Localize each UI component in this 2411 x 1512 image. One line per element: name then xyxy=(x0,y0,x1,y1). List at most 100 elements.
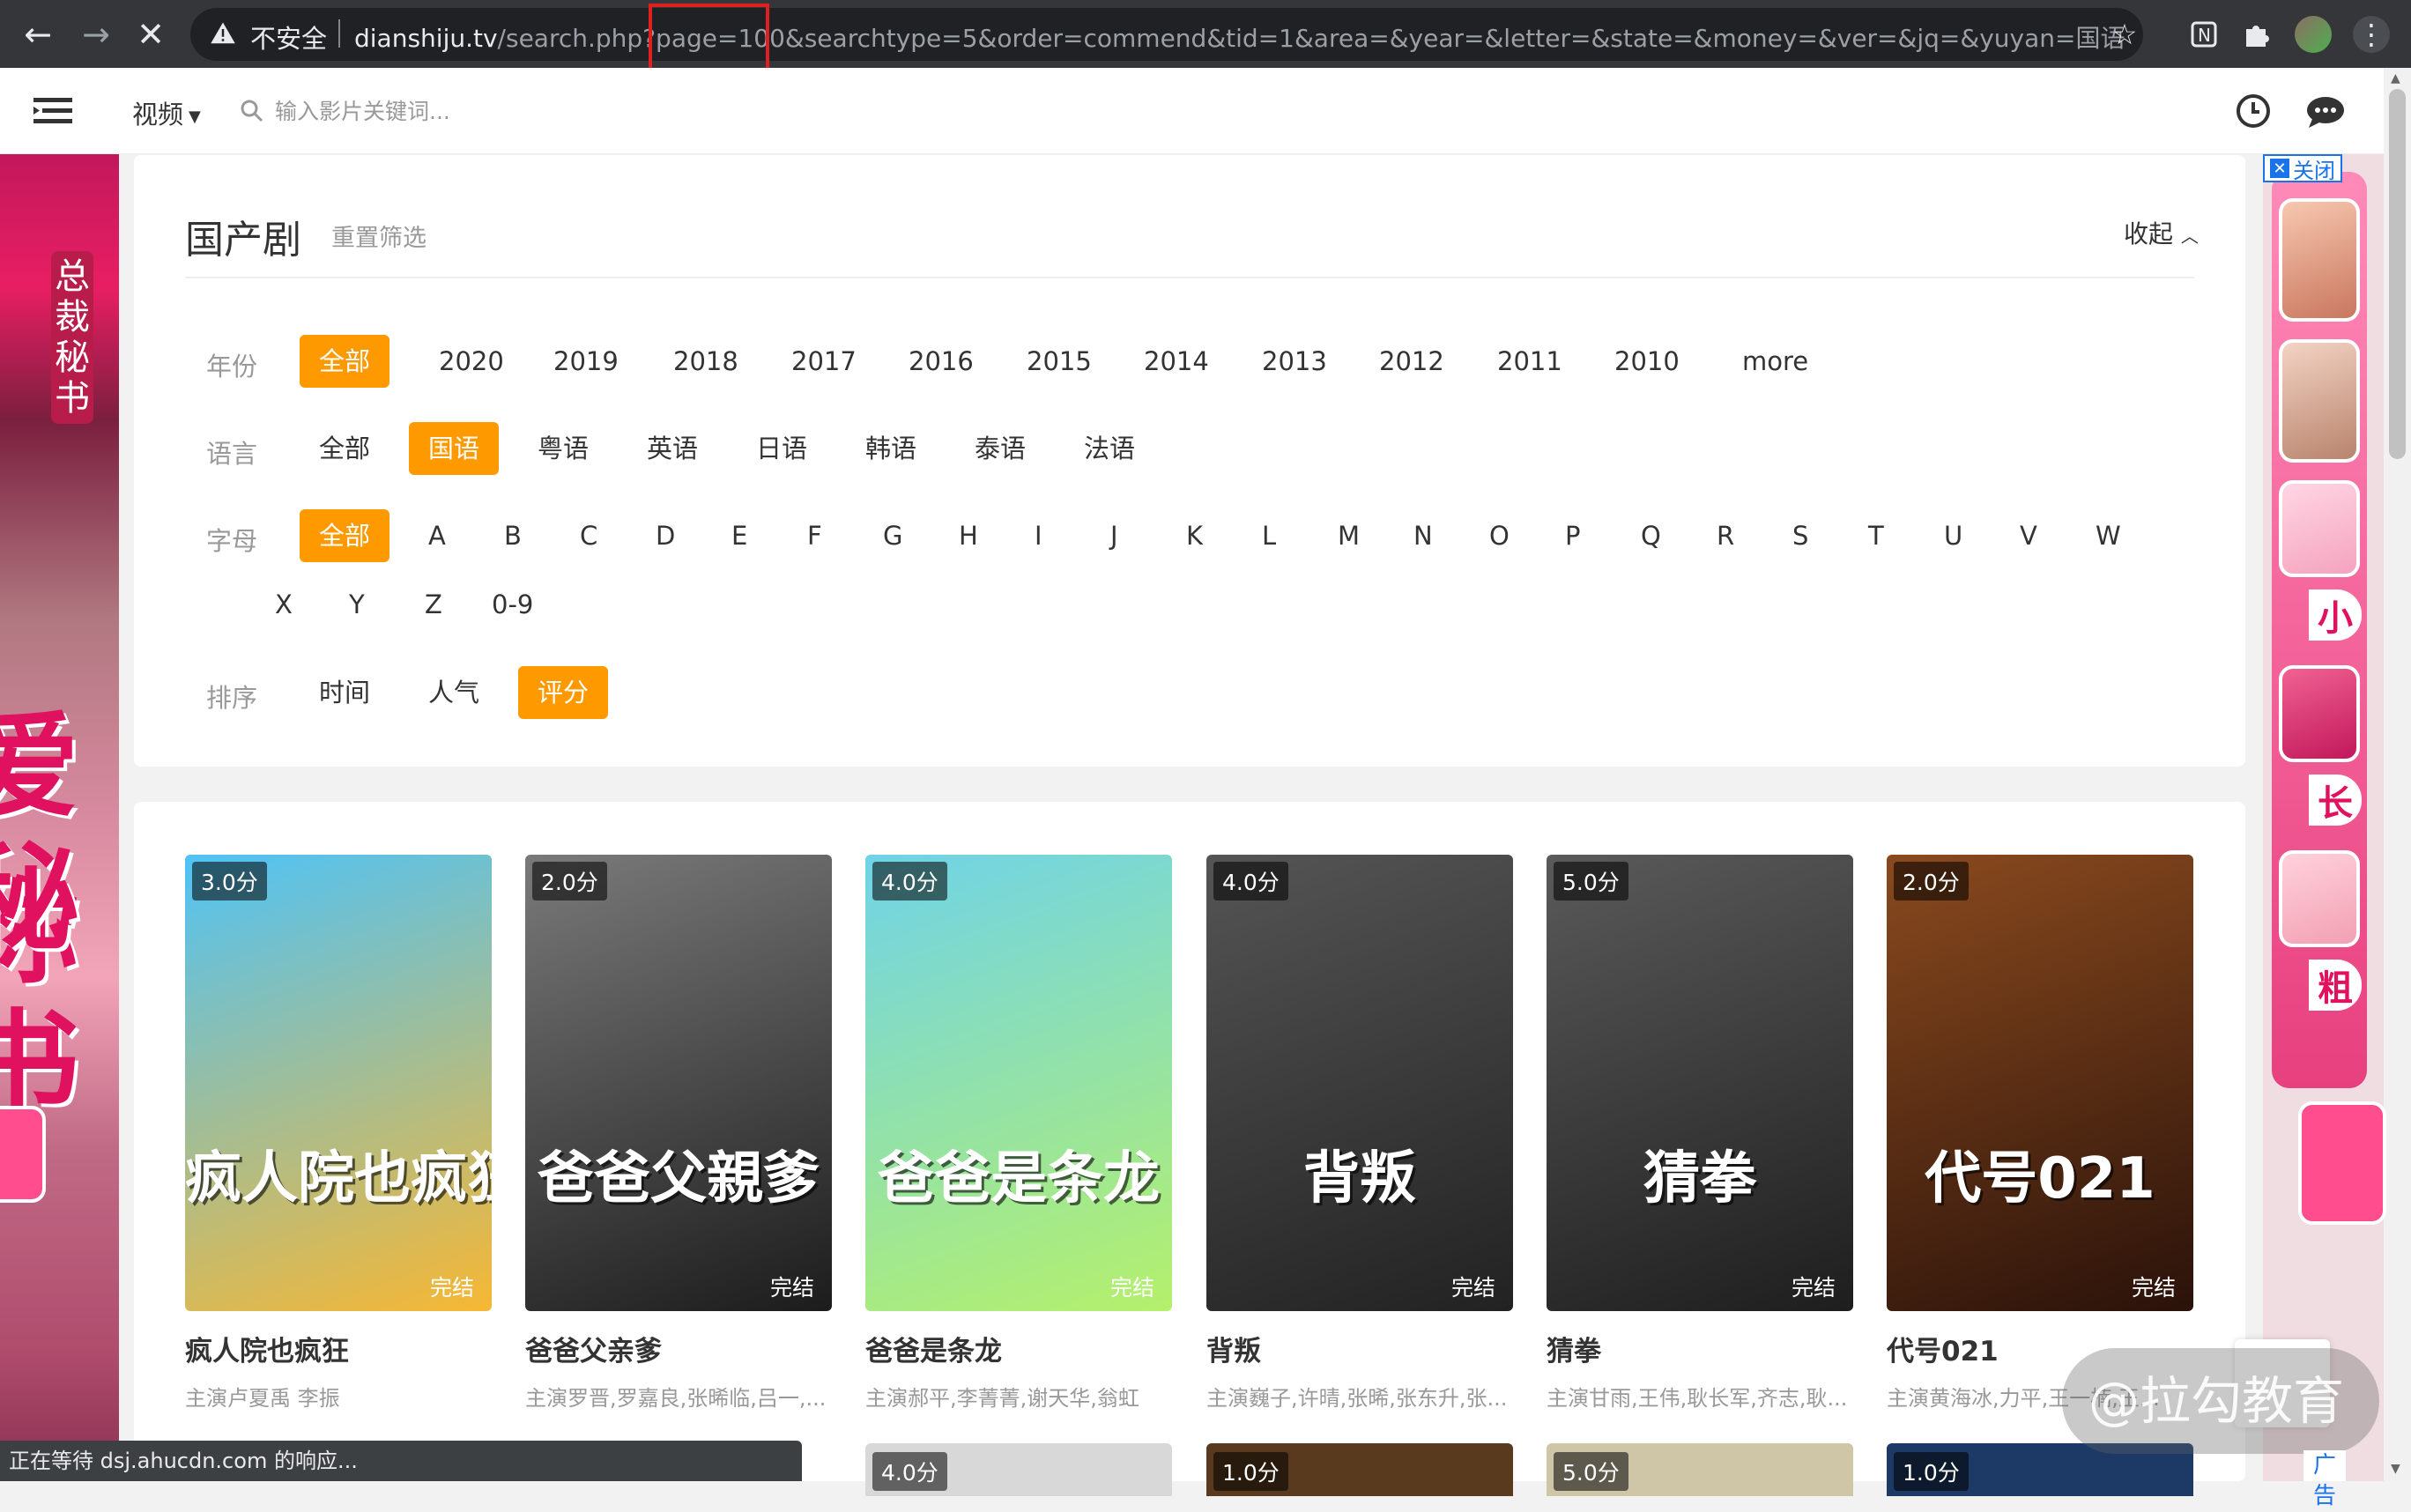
right-bottom-ad[interactable] xyxy=(2263,916,2386,1225)
filter-option[interactable]: 评分 xyxy=(518,666,609,719)
filter-option[interactable]: K xyxy=(1167,509,1222,562)
ad-cta-button[interactable] xyxy=(0,1106,46,1203)
search-input[interactable] xyxy=(275,91,892,131)
filter-option[interactable]: W xyxy=(2076,509,2140,562)
filter-option[interactable]: A xyxy=(409,509,465,562)
filter-option[interactable]: X xyxy=(256,578,312,631)
video-card[interactable]: 疯人院也疯狂 3.0分 完结 疯人院也疯狂 主演卢夏禹 李振 xyxy=(185,855,492,1412)
filter-option[interactable]: Y xyxy=(330,578,384,631)
close-ad-button[interactable]: ✕ 关闭 xyxy=(2263,154,2342,183)
forward-arrow-icon[interactable]: → xyxy=(72,11,120,58)
poster-image[interactable]: 猜拳 5.0分 完结 xyxy=(1547,855,1853,1311)
filter-option[interactable]: R xyxy=(1697,509,1754,562)
poster-image[interactable]: 爸爸是条龙 4.0分 完结 xyxy=(865,855,1172,1311)
right-side-ad[interactable]: 小 长 粗 xyxy=(2263,154,2384,1481)
filter-option[interactable]: 2012 xyxy=(1360,335,1464,388)
filter-option[interactable]: E xyxy=(712,509,767,562)
notion-extension-icon[interactable]: N xyxy=(2185,16,2222,53)
filter-option[interactable]: more xyxy=(1723,335,1828,388)
filter-option[interactable]: 2010 xyxy=(1595,335,1699,388)
filter-option[interactable]: P xyxy=(1546,509,1600,562)
filter-option[interactable]: 2016 xyxy=(889,335,993,388)
filter-option[interactable]: T xyxy=(1849,509,1903,562)
poster-image[interactable]: 爸爸父親爹 2.0分 完结 xyxy=(525,855,832,1311)
scrollbar-thumb[interactable] xyxy=(2389,89,2406,459)
url-text[interactable]: dianshiju.tv/search.php?page=100&searcht… xyxy=(354,19,2125,55)
filter-option[interactable]: 2014 xyxy=(1124,335,1228,388)
filter-option[interactable]: 2018 xyxy=(654,335,758,388)
video-card[interactable]: 背叛 4.0分 完结 背叛 主演巍子,许晴,张晞,张东升,张... xyxy=(1206,855,1513,1412)
collapse-toggle[interactable]: 收起 ︿ xyxy=(2124,215,2199,250)
filter-option[interactable]: V xyxy=(2000,509,2057,562)
filter-option[interactable]: M xyxy=(1318,509,1379,562)
poster-image[interactable]: 背叛 4.0分 完结 xyxy=(1206,855,1513,1311)
filter-option[interactable]: B xyxy=(485,509,541,562)
video-title[interactable]: 背叛 xyxy=(1206,1329,1513,1368)
filter-option[interactable]: 全部 xyxy=(300,509,390,562)
left-side-ad[interactable]: 总裁秘书 爱你 秘书 xyxy=(0,154,119,1481)
filter-option[interactable]: 2019 xyxy=(534,335,638,388)
filter-option[interactable]: D xyxy=(636,509,694,562)
filter-option[interactable]: 粤语 xyxy=(518,422,608,475)
video-card[interactable]: 猜拳 5.0分 完结 猜拳 主演甘雨,王伟,耿长军,齐志,耿... xyxy=(1547,855,1853,1412)
address-bar[interactable]: 不安全 dianshiju.tv/search.php?page=100&sea… xyxy=(190,8,2143,61)
filter-option[interactable]: N xyxy=(1394,509,1452,562)
filter-option[interactable]: 时间 xyxy=(300,666,389,719)
filter-option[interactable]: 2015 xyxy=(1007,335,1111,388)
video-card[interactable]: 爸爸父親爹 2.0分 完结 爸爸父亲爹 主演罗晋,罗嘉良,张晞临,吕一,... xyxy=(525,855,832,1412)
filter-option[interactable]: 国语 xyxy=(409,422,500,475)
filter-option[interactable]: 英语 xyxy=(627,422,717,475)
video-title[interactable]: 猜拳 xyxy=(1547,1329,1853,1368)
filter-option[interactable]: 日语 xyxy=(737,422,827,475)
video-card[interactable]: 爸爸是条龙 4.0分 完结 爸爸是条龙 主演郝平,李菁菁,谢天华,翁虹 xyxy=(865,855,1172,1412)
filter-option[interactable]: 人气 xyxy=(409,666,499,719)
filter-option[interactable]: C xyxy=(560,509,617,562)
insecure-label[interactable]: 不安全 xyxy=(250,19,327,56)
poster-image[interactable]: 疯人院也疯狂 3.0分 完结 xyxy=(185,855,492,1311)
filter-option[interactable]: 2011 xyxy=(1478,335,1582,388)
filter-option[interactable]: Z xyxy=(405,578,462,631)
filter-option[interactable]: 2020 xyxy=(419,335,523,388)
menu-icon[interactable] xyxy=(33,96,72,126)
filter-option[interactable]: 0-9 xyxy=(472,578,553,631)
history-clock-icon[interactable] xyxy=(2235,93,2272,130)
filter-option[interactable]: G xyxy=(864,509,922,562)
filter-option[interactable]: 韩语 xyxy=(846,422,936,475)
filter-option[interactable]: 法语 xyxy=(1065,422,1154,475)
profile-avatar[interactable] xyxy=(2295,16,2332,53)
video-title[interactable]: 疯人院也疯狂 xyxy=(185,1329,492,1368)
back-arrow-icon[interactable]: ← xyxy=(14,11,62,58)
video-card[interactable]: 5.0分 xyxy=(1547,1443,1853,1496)
ad-cta-button[interactable] xyxy=(2298,1101,2386,1225)
filter-option[interactable]: Q xyxy=(1621,509,1680,562)
filter-option[interactable]: 泰语 xyxy=(955,422,1045,475)
filter-option[interactable]: J xyxy=(1091,509,1138,562)
extensions-puzzle-icon[interactable] xyxy=(2238,16,2275,53)
reset-filter-link[interactable]: 重置筛选 xyxy=(331,219,427,253)
scroll-down-arrow-icon[interactable]: ▼ xyxy=(2391,1462,2400,1476)
poster-image[interactable]: 代号021 2.0分 完结 xyxy=(1887,855,2193,1311)
video-card[interactable]: 1.0分 xyxy=(1206,1443,1513,1496)
video-card[interactable]: 4.0分 xyxy=(865,1443,1172,1496)
video-card[interactable]: 代号021 2.0分 完结 代号021 主演黄海冰,力平,王一楠,王... xyxy=(1887,855,2193,1412)
menu-kebab-icon[interactable]: ⋮ xyxy=(2353,16,2390,53)
channel-dropdown[interactable]: 视频 ▼ xyxy=(132,94,201,131)
filter-option[interactable]: L xyxy=(1243,509,1295,562)
filter-option[interactable]: U xyxy=(1925,509,1982,562)
filter-option[interactable]: 全部 xyxy=(300,422,389,475)
page-scrollbar[interactable]: ▲ ▼ xyxy=(2384,68,2411,1481)
filter-option[interactable]: 全部 xyxy=(300,335,390,388)
filter-option[interactable]: F xyxy=(788,509,842,562)
filter-option[interactable]: O xyxy=(1470,509,1529,562)
message-icon[interactable] xyxy=(2305,94,2346,130)
filter-option[interactable]: S xyxy=(1773,509,1828,562)
scroll-up-arrow-icon[interactable]: ▲ xyxy=(2391,71,2400,85)
filter-option[interactable]: 2013 xyxy=(1243,335,1346,388)
video-title[interactable]: 爸爸父亲爹 xyxy=(525,1329,832,1368)
stop-loading-icon[interactable]: ✕ xyxy=(127,11,174,58)
filter-option[interactable]: 2017 xyxy=(772,335,876,388)
filter-option[interactable]: H xyxy=(939,509,998,562)
filter-option[interactable]: I xyxy=(1015,509,1062,562)
bookmark-star-icon[interactable]: ☆ xyxy=(2106,16,2143,53)
video-title[interactable]: 爸爸是条龙 xyxy=(865,1329,1172,1368)
